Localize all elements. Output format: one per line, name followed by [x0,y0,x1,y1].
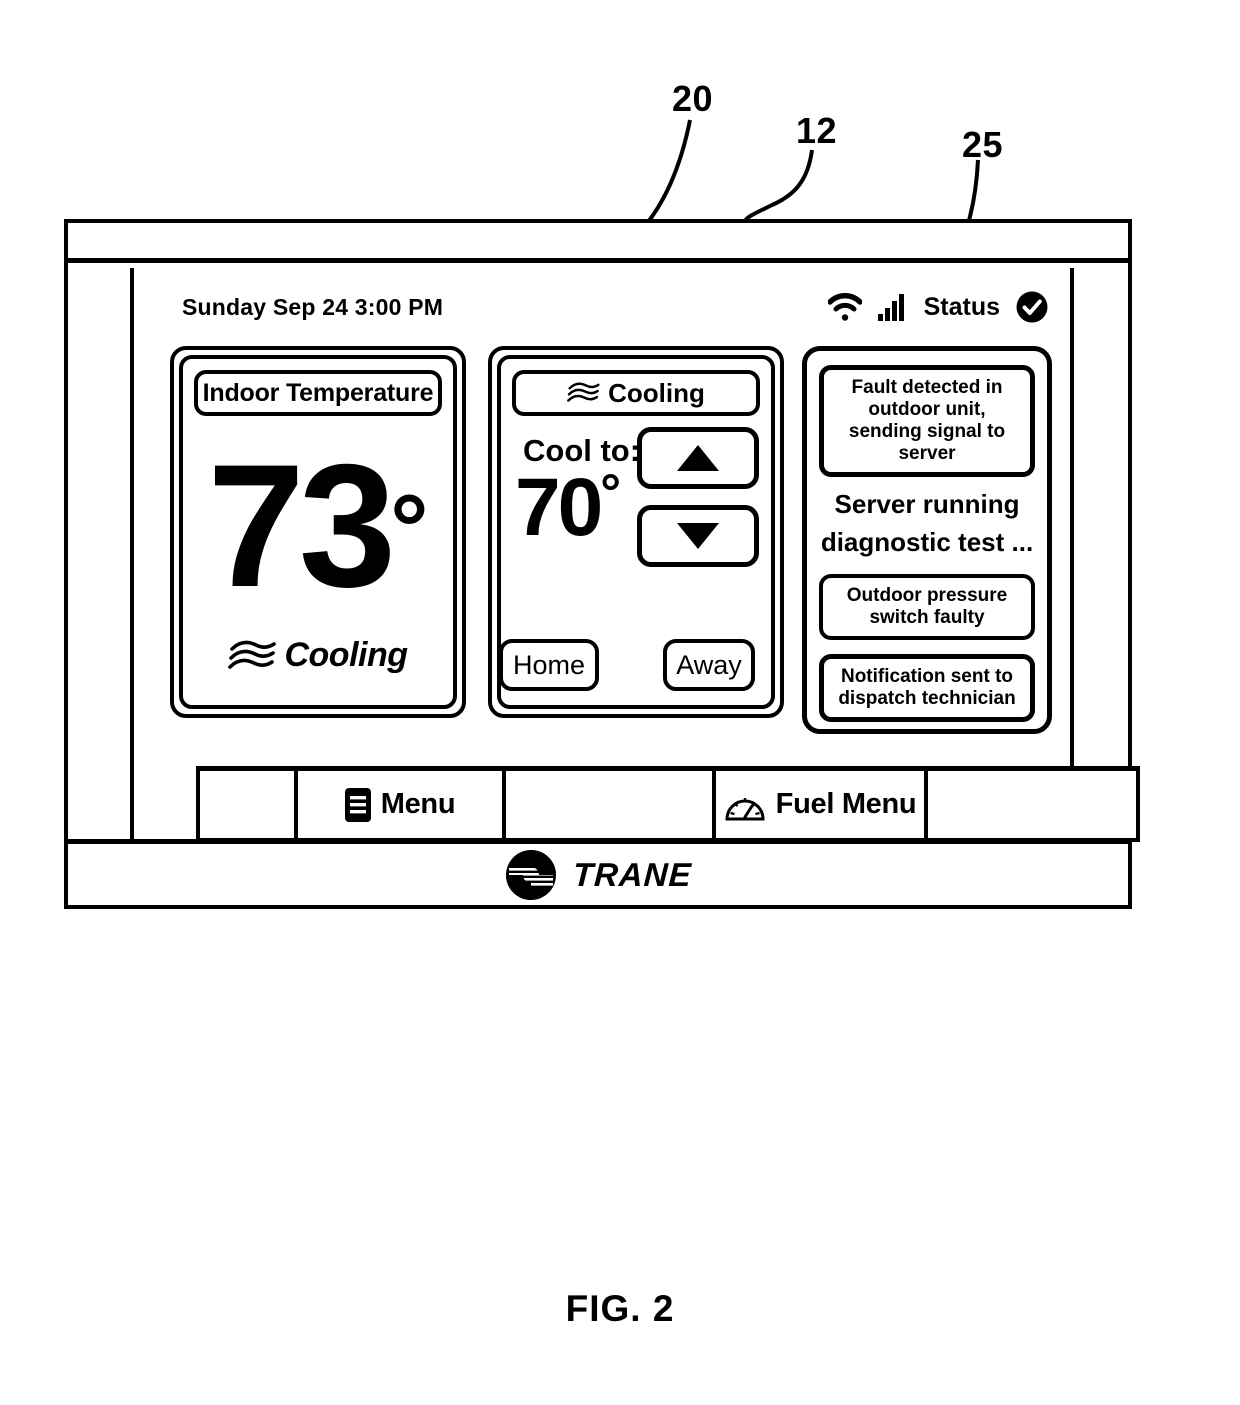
trane-brand: TRANE [505,849,692,901]
check-circle-icon[interactable] [1016,291,1048,323]
diagnostic-message-panel: Fault detected in outdoor unit, sending … [802,346,1052,734]
setpoint-degree: ° [600,464,622,522]
menu-button[interactable]: Menu [298,771,506,838]
indoor-temperature-number: 73 [207,428,396,624]
trane-logo-icon [505,849,556,900]
setpoint-number: 70 [515,462,603,553]
reference-numeral-25: 25 [962,124,1004,165]
bottom-nav-bar: Menu Fuel Menu [196,766,1140,842]
away-button[interactable]: Away [663,639,755,691]
reference-numeral-20: 20 [672,78,714,119]
airflow-waves-icon [228,640,277,669]
indoor-temperature-value: 73 ° [183,431,453,621]
message-box-fault: Fault detected in outdoor unit, sending … [819,365,1035,478]
indoor-temperature-panel: Indoor Temperature 73 ° Cooling [170,346,466,718]
fuel-menu-button-label: Fuel Menu [775,788,917,820]
setpoint-mode-label: Cooling [608,377,705,408]
status-indicators: Status [827,291,1048,323]
thermostat-screen: Sunday Sep 24 3:00 PM Status Indoor Temp… [130,268,1140,842]
indoor-panel-inner-frame: Indoor Temperature 73 ° Cooling [179,355,457,709]
away-button-label: Away [676,649,742,680]
indoor-temperature-header-label: Indoor Temperature [202,378,434,407]
indoor-mode-label: Cooling [284,636,408,674]
setpoint-mode-header[interactable]: Cooling [512,370,760,416]
wifi-icon [827,293,862,321]
message-box-notification: Notification sent to dispatch technician [819,653,1035,722]
indoor-mode-indicator: Cooling [183,636,453,675]
hamburger-menu-icon [344,787,371,822]
message-box-pressure-switch: Outdoor pressure switch faulty [819,573,1035,640]
trane-wordmark: TRANE [571,855,693,893]
status-label: Status [923,292,1000,321]
nav-cell-empty-middle [506,771,716,838]
brand-band: TRANE [68,839,1128,905]
nav-cell-empty-left [200,771,298,838]
airflow-waves-icon [567,382,600,402]
main-panels: Indoor Temperature 73 ° Cooling Cooling … [134,346,1070,766]
nav-cell-empty-right [928,771,1136,838]
home-button-label: Home [512,649,586,680]
datetime-label: Sunday Sep 24 3:00 PM [182,293,444,320]
menu-button-label: Menu [380,788,456,820]
setpoint-panel: Cooling Cool to: 70° Home Away [488,346,784,718]
figure-caption: FIG. 2 [565,1288,675,1329]
thermostat-device: Sunday Sep 24 3:00 PM Status Indoor Temp… [64,219,1140,909]
arrow-down-icon [677,523,719,549]
setpoint-value: 70° [515,467,621,549]
device-top-bezel [68,223,1128,263]
indoor-temperature-header: Indoor Temperature [194,370,442,416]
signal-bars-icon [877,294,904,321]
fuel-menu-button[interactable]: Fuel Menu [716,771,928,838]
patent-figure: 20 12 25 Sunday Sep 24 3:00 PM Status In… [0,0,1240,1405]
decrease-setpoint-button[interactable] [637,505,759,567]
message-server-diagnostic: Server running diagnostic test ... [820,489,1034,557]
arrow-up-icon [677,445,719,471]
gauge-icon [725,797,765,820]
indoor-temperature-degree: ° [390,475,429,582]
setpoint-panel-inner-frame: Cooling Cool to: 70° Home Away [497,355,775,709]
increase-setpoint-button[interactable] [637,427,759,489]
reference-numeral-12: 12 [796,110,838,151]
home-button[interactable]: Home [499,639,599,691]
status-bar: Sunday Sep 24 3:00 PM Status [134,268,1070,346]
